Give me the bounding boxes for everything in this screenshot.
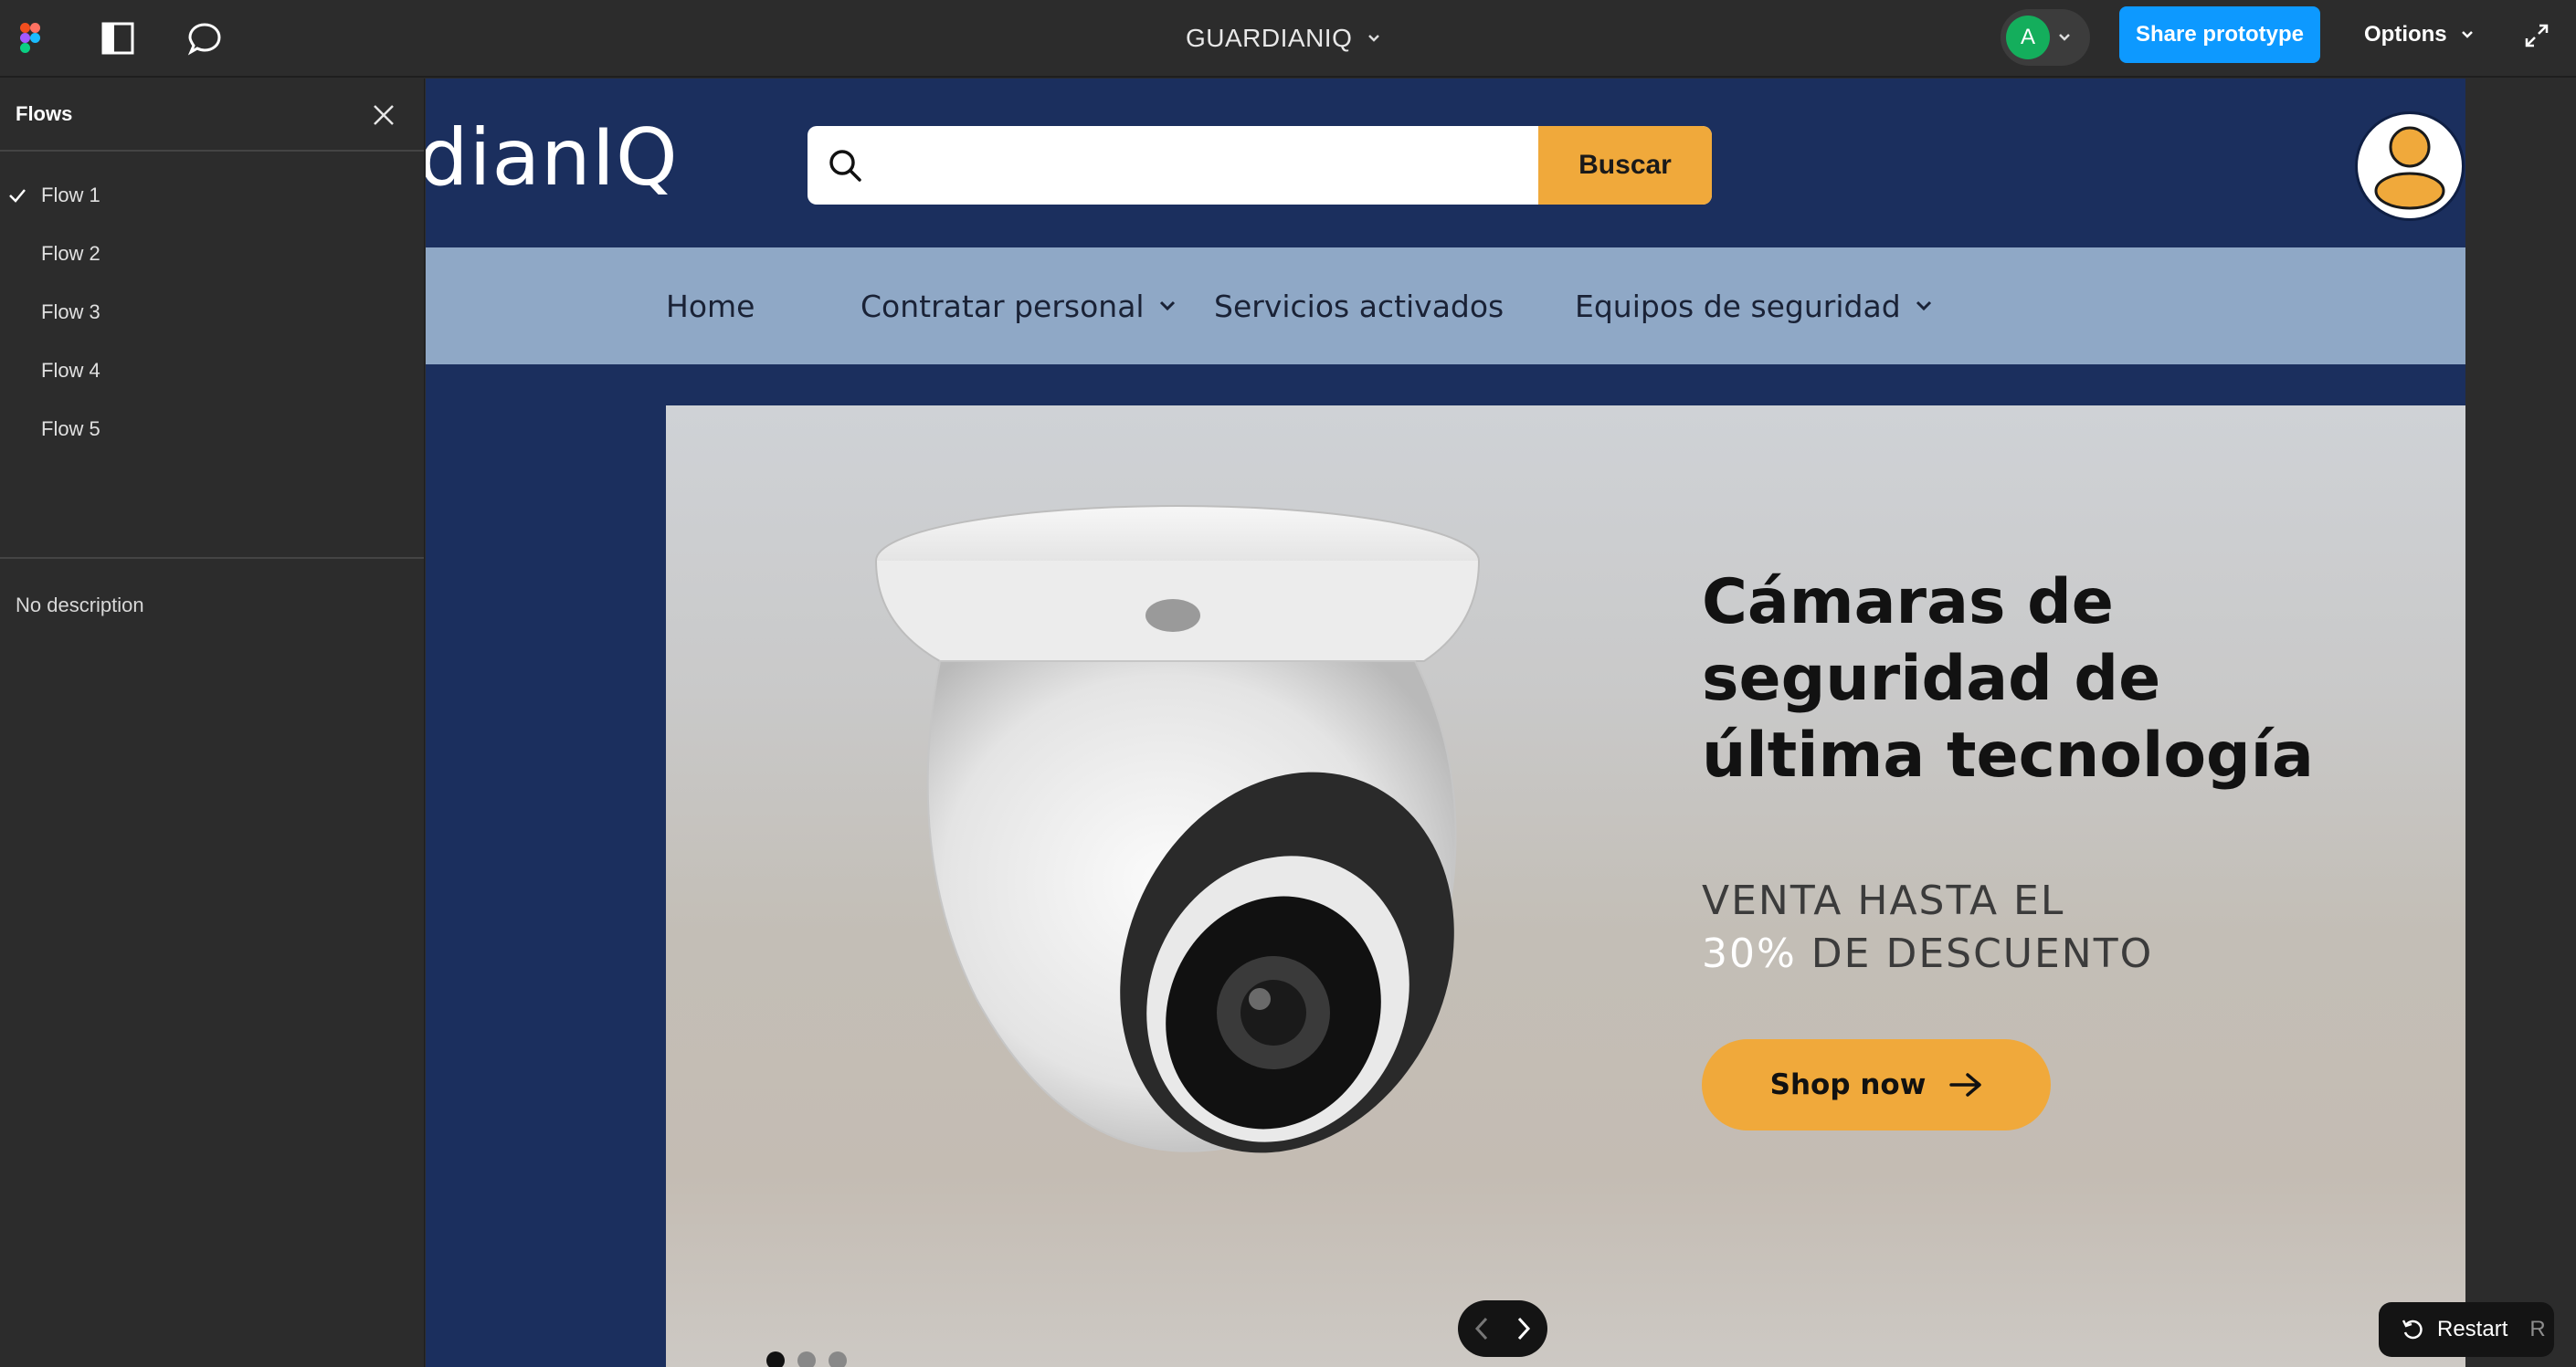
restart-button[interactable]: Restart R [2379,1302,2554,1357]
avatar: A [2006,16,2050,59]
nav-item-label: Home [666,288,755,324]
flow-item-3[interactable]: Flow 3 [0,283,424,342]
options-menu[interactable]: Options [2364,13,2475,57]
chevron-down-icon [1159,300,1175,311]
flow-list: Flow 1 Flow 2 Flow 3 Flow 4 Flow 5 [0,152,424,559]
flows-panel-header: Flows [0,79,424,152]
restart-label: Restart [2437,1317,2508,1341]
chevron-down-icon [2059,34,2070,41]
flow-item-label: Flow 1 [41,184,100,206]
hero-banner: Cámaras de seguridad de última tecnologí… [666,405,2465,1367]
search-field [808,126,1538,205]
carousel-dot[interactable] [829,1351,847,1367]
checkmark-icon [9,189,26,203]
carousel-dot[interactable] [766,1351,785,1367]
hero-headline: Cámaras de seguridad de última tecnologí… [1702,564,2396,794]
main-nav: Home Contratar personal Servicios activa… [426,247,2465,364]
flow-item-label: Flow 4 [41,359,100,382]
flow-item-label: Flow 2 [41,242,100,265]
nav-item-label: Equipos de seguridad [1575,288,1901,324]
user-profile-icon[interactable] [2355,111,2465,221]
figma-logo-icon[interactable] [7,16,53,61]
next-frame-icon[interactable] [1511,1316,1536,1341]
security-camera-image [875,505,1480,1153]
search-input[interactable] [881,126,1520,205]
prototype-pager [1458,1300,1547,1357]
prototype-frame: dianIQ Buscar Home Contratar personal Se… [426,79,2465,1367]
prototype-canvas: dianIQ Buscar Home Contratar personal Se… [426,79,2576,1367]
nav-item-equipos-de-seguridad[interactable]: Equipos de seguridad [1575,282,1934,330]
close-icon[interactable] [364,95,404,135]
hero-subtitle-line: 30% DE DESCUENTO [1702,928,2433,981]
hero-headline-line: seguridad de [1702,643,2161,715]
arrow-right-icon [1949,1073,1982,1097]
discount-text: DE DESCUENTO [1811,931,2154,977]
prototype-toolbar: GUARDIANIQ A Share prototype Options [0,0,2576,78]
flows-panel-title: Flows [16,102,73,125]
sidebar-toggle-icon[interactable] [95,16,141,61]
nav-item-servicios-activados[interactable]: Servicios activados [1214,282,1504,330]
restart-icon [2402,1320,2423,1340]
carousel-dots [766,1351,847,1367]
file-title-dropdown[interactable]: GUARDIANIQ [1186,18,1381,58]
nav-item-label: Servicios activados [1214,288,1504,324]
shop-now-label: Shop now [1769,1068,1927,1101]
hero-subtitle: VENTA HASTA EL 30% DE DESCUENTO [1702,875,2433,981]
options-label: Options [2364,22,2447,47]
search-icon [829,150,861,182]
chevron-down-icon [1916,300,1931,311]
flow-item-label: Flow 3 [41,300,100,323]
discount-percent: 30% [1702,931,1797,977]
user-avatar-menu[interactable]: A [2001,9,2090,66]
flow-item-2[interactable]: Flow 2 [0,225,424,283]
search-button[interactable]: Buscar [1538,126,1712,205]
restart-shortcut: R [2529,1317,2546,1341]
flow-item-label: Flow 5 [41,417,100,440]
flow-item-5[interactable]: Flow 5 [0,400,424,458]
fullscreen-icon[interactable] [2514,13,2560,58]
flow-item-4[interactable]: Flow 4 [0,342,424,400]
file-title: GUARDIANIQ [1186,24,1353,52]
flow-item-1[interactable]: Flow 1 [0,166,424,225]
shop-now-button[interactable]: Shop now [1702,1039,2051,1130]
chevron-down-icon [1368,35,1380,42]
site-logo[interactable]: dianIQ [426,119,679,197]
nav-item-label: Contratar personal [860,288,1145,324]
hero-headline-line: Cámaras de [1702,566,2114,638]
chevron-down-icon [2461,31,2473,38]
search-bar: Buscar [808,126,1712,205]
hero-subtitle-line: VENTA HASTA EL [1702,878,2065,924]
carousel-dot[interactable] [797,1351,816,1367]
flow-description: No description [16,594,144,616]
nav-item-home[interactable]: Home [666,282,755,330]
share-prototype-button[interactable]: Share prototype [2119,6,2320,63]
nav-item-contratar-personal[interactable]: Contratar personal [860,282,1177,330]
previous-frame-icon[interactable] [1469,1316,1494,1341]
hero-headline-line: última tecnología [1702,720,2314,792]
comment-icon[interactable] [182,16,227,61]
flows-panel: Flows Flow 1 Flow 2 Flow 3 Flow 4 Flow 5… [0,79,425,1367]
